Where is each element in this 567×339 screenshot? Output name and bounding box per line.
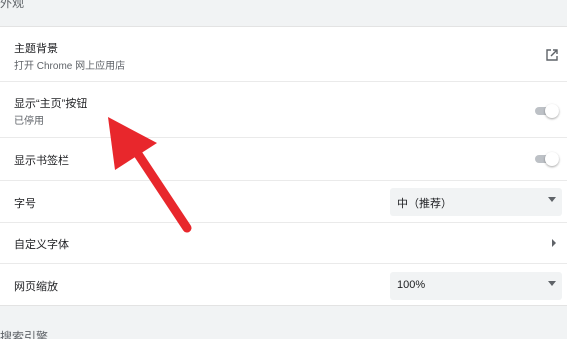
font-size-label: 字号	[14, 198, 36, 210]
theme-sublabel: 打开 Chrome 网上应用店	[14, 61, 126, 72]
chevron-right-icon	[552, 239, 556, 247]
font-size-value: 中（推荐）	[397, 198, 452, 210]
home-button-label: 显示“主页”按钮	[14, 98, 88, 110]
theme-label: 主题背景	[14, 43, 58, 55]
appearance-section-title: 外观	[0, 0, 25, 10]
home-button-status: 已停用	[14, 116, 44, 127]
theme-row[interactable]: 主题背景 打开 Chrome 网上应用店	[0, 27, 567, 82]
bookmarks-bar-toggle[interactable]	[535, 152, 559, 166]
custom-fonts-label: 自定义字体	[14, 239, 69, 251]
page-zoom-label: 网页缩放	[14, 281, 58, 293]
toggle-knob	[545, 152, 559, 166]
page-zoom-value: 100%	[397, 279, 426, 291]
page-zoom-row: 网页缩放 100%	[0, 264, 567, 307]
bookmarks-bar-row: 显示书签栏	[0, 138, 567, 181]
caret-down-icon	[548, 197, 556, 202]
external-link-icon[interactable]	[545, 48, 559, 62]
bookmarks-bar-label: 显示书签栏	[14, 155, 69, 167]
font-size-row: 字号 中（推荐）	[0, 181, 567, 223]
appearance-settings-card: 主题背景 打开 Chrome 网上应用店 显示“主页”按钮 已停用 显示书签栏 …	[0, 26, 567, 306]
caret-down-icon	[548, 281, 556, 286]
custom-fonts-row[interactable]: 自定义字体	[0, 223, 567, 264]
page-zoom-select[interactable]: 100%	[390, 272, 562, 300]
home-button-row: 显示“主页”按钮 已停用	[0, 82, 567, 138]
toggle-knob	[545, 104, 559, 118]
search-engine-section-title: 搜索引擎	[0, 330, 49, 339]
font-size-select[interactable]: 中（推荐）	[390, 188, 562, 216]
home-button-toggle[interactable]	[535, 104, 559, 118]
